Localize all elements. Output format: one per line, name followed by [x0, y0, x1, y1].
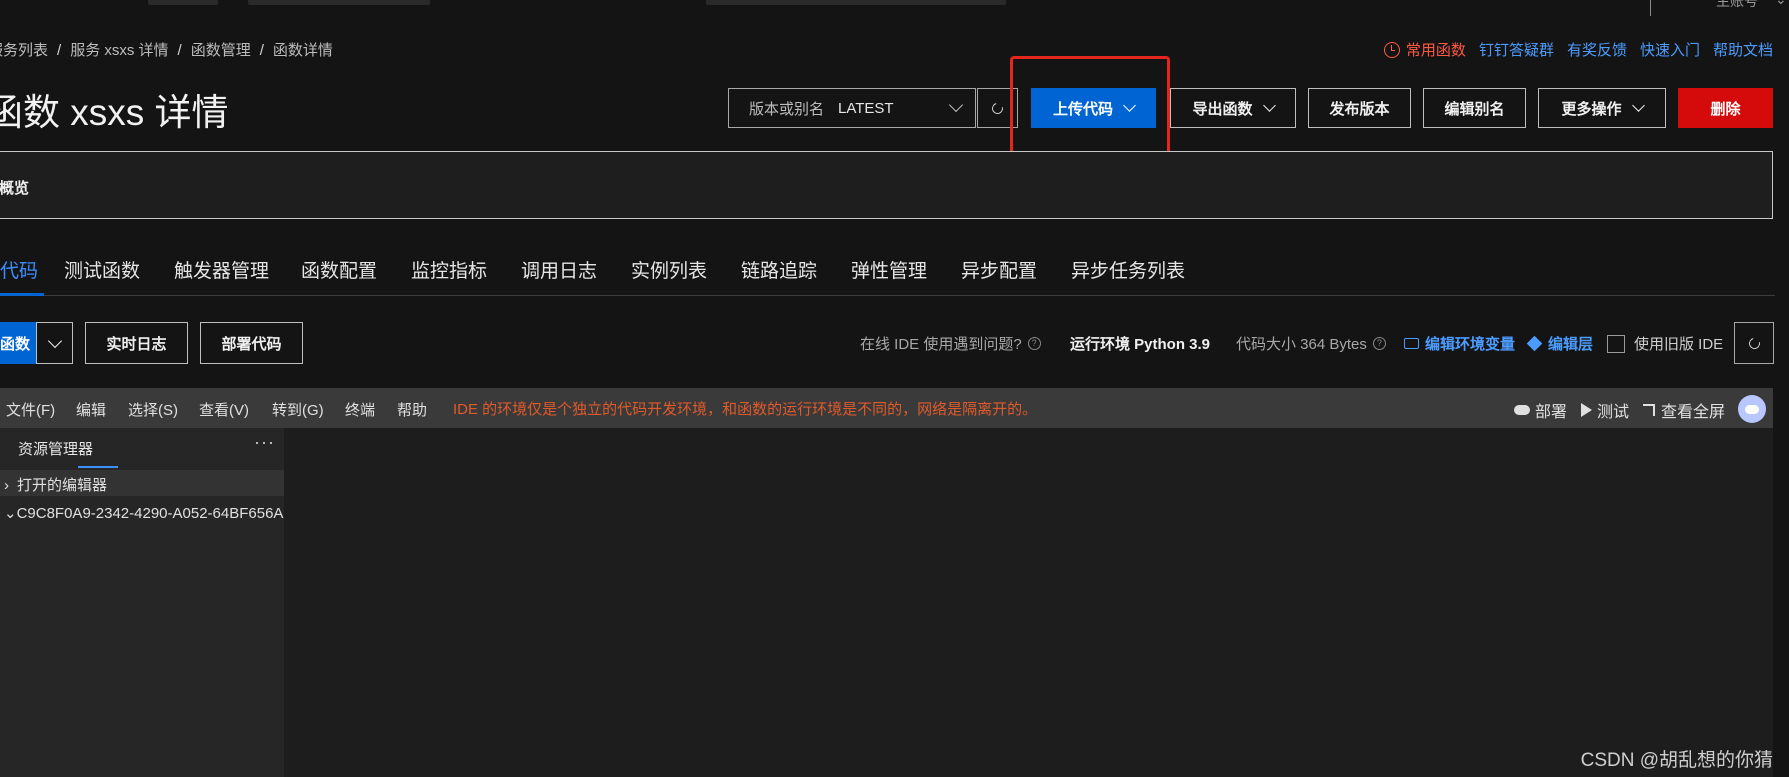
- checkbox[interactable]: [1607, 334, 1625, 353]
- chevron-down-icon: [1123, 99, 1136, 112]
- explorer-tab-indicator: [78, 466, 118, 468]
- tab-test-function[interactable]: 测试函数: [64, 256, 140, 283]
- deploy-code-button[interactable]: 部署代码: [200, 322, 303, 364]
- expand-icon: [1642, 404, 1655, 416]
- top-links: 常用函数 钉钉答疑群 有奖反馈 快速入门 帮助文档: [1383, 39, 1773, 60]
- tab-trigger-management[interactable]: 触发器管理: [174, 256, 269, 283]
- menu-goto[interactable]: 转到(G): [272, 399, 324, 420]
- top-strip: 主账号 ⌄: [0, 0, 1789, 16]
- chevron-right-icon: ›: [4, 477, 9, 494]
- chevron-down-icon: [47, 333, 62, 348]
- more-actions-button[interactable]: 更多操作: [1538, 88, 1666, 128]
- link-feedback[interactable]: 有奖反馈: [1567, 39, 1627, 60]
- menu-edit[interactable]: 编辑: [76, 399, 106, 420]
- menu-select[interactable]: 选择(S): [128, 399, 178, 420]
- menu-terminal[interactable]: 终端: [345, 399, 375, 420]
- tab-tracing[interactable]: 链路追踪: [741, 256, 817, 283]
- ide-fullscreen-button[interactable]: 查看全屏: [1642, 398, 1725, 422]
- project-folder[interactable]: ⌄C9C8F0A9-2342-4290-A052-64BF656A5C: [4, 504, 288, 522]
- ide-actions: 部署 测试 查看全屏: [1500, 398, 1725, 422]
- tab-instances[interactable]: 实例列表: [631, 256, 707, 283]
- menu-help[interactable]: 帮助: [397, 399, 427, 420]
- ide-menubar: 文件(F) 编辑 选择(S) 查看(V) 转到(G) 终端 帮助 IDE 的环境…: [0, 388, 1773, 428]
- ide-deploy-button[interactable]: 部署: [1513, 398, 1567, 422]
- play-icon: [1580, 403, 1592, 417]
- edit-alias-button[interactable]: 编辑别名: [1423, 88, 1526, 128]
- old-ide-toggle[interactable]: 使用旧版 IDE: [1607, 333, 1723, 354]
- active-tab-indicator: [0, 293, 44, 296]
- refresh-icon: [1746, 335, 1762, 351]
- code-action-row: 测试函数 实时日志 部署代码 在线 IDE 使用遇到问题?? 运行环境 Pyth…: [0, 322, 1789, 364]
- clock-icon: [1383, 41, 1400, 58]
- env-vars-icon: [1404, 338, 1419, 349]
- test-function-dropdown[interactable]: [36, 322, 73, 364]
- ide-test-button[interactable]: 测试: [1580, 398, 1629, 422]
- assistant-avatar-icon[interactable]: [1738, 395, 1766, 423]
- menu-view[interactable]: 查看(V): [199, 399, 249, 420]
- top-nav-segment[interactable]: [148, 0, 218, 5]
- more-icon[interactable]: ···: [254, 432, 275, 453]
- chevron-down-icon: [1262, 99, 1276, 112]
- version-select-label: 版本或别名: [749, 100, 825, 118]
- top-search-bar[interactable]: [706, 0, 1006, 5]
- chevron-down-icon: ⌄: [4, 505, 17, 522]
- breadcrumb: 服务列表/服务 xsxs 详情/函数管理/函数详情: [0, 39, 333, 60]
- divider: [1650, 0, 1651, 16]
- edit-layer-link[interactable]: 编辑层: [1526, 333, 1593, 354]
- layers-icon: [1526, 335, 1543, 352]
- watermark: CSDN @胡乱想的你猜: [1580, 750, 1773, 771]
- ide-explorer: 资源管理器 ··· › 打开的编辑器 ⌄C9C8F0A9-2342-4290-A0…: [0, 428, 288, 777]
- link-dingtalk-group[interactable]: 钉钉答疑群: [1479, 39, 1554, 60]
- ide-help[interactable]: 在线 IDE 使用遇到问题??: [860, 333, 1041, 354]
- breadcrumb-item[interactable]: 服务列表: [0, 42, 48, 59]
- chevron-down-icon[interactable]: ⌄: [1775, 0, 1787, 8]
- breadcrumb-item[interactable]: 函数管理: [191, 42, 251, 59]
- ide-warning-text: IDE 的环境仅是个独立的代码开发环境，和函数的运行环境是不同的，网络是隔离开的…: [453, 401, 1038, 418]
- version-alias-select[interactable]: 版本或别名 LATEST: [728, 88, 976, 128]
- tab-async-config[interactable]: 异步配置: [961, 256, 1037, 283]
- publish-version-button[interactable]: 发布版本: [1308, 88, 1411, 128]
- tab-async-tasks[interactable]: 异步任务列表: [1071, 256, 1185, 283]
- account-menu[interactable]: 主账号: [1716, 0, 1758, 11]
- top-nav-segment[interactable]: [248, 0, 430, 5]
- cloud-upload-icon: [1513, 405, 1530, 415]
- refresh-icon: [989, 100, 1006, 116]
- tab-elasticity[interactable]: 弹性管理: [851, 256, 927, 283]
- refresh-button[interactable]: [1734, 322, 1774, 364]
- help-icon: ?: [1027, 337, 1041, 350]
- link-common-functions[interactable]: 常用函数: [1406, 39, 1466, 60]
- export-function-button[interactable]: 导出函数: [1170, 88, 1296, 128]
- breadcrumb-item[interactable]: 服务 xsxs 详情: [70, 42, 168, 59]
- link-quick-start[interactable]: 快速入门: [1640, 39, 1700, 60]
- code-size-info: 代码大小 364 Bytes?: [1236, 333, 1386, 354]
- ide-editor-area[interactable]: [284, 428, 1773, 777]
- function-overview-panel[interactable]: 函数概览: [0, 151, 1773, 219]
- realtime-log-button[interactable]: 实时日志: [85, 322, 188, 364]
- runtime-info: 运行环境 Python 3.9: [1070, 336, 1211, 353]
- tab-bar: 函数代码 测试函数 触发器管理 函数配置 监控指标 调用日志 实例列表 链路追踪…: [0, 256, 1775, 296]
- breadcrumb-item-current: 函数详情: [272, 42, 333, 59]
- version-select-value: LATEST: [838, 99, 894, 117]
- page-title: 函数 xsxs 详情: [0, 92, 229, 133]
- edit-env-vars-link[interactable]: 编辑环境变量: [1404, 333, 1515, 354]
- tab-function-config[interactable]: 函数配置: [301, 256, 377, 283]
- explorer-title: 资源管理器: [18, 441, 94, 458]
- delete-button[interactable]: 删除: [1678, 88, 1773, 128]
- help-icon: ?: [1372, 337, 1386, 350]
- tab-invocation-logs[interactable]: 调用日志: [521, 256, 597, 283]
- chevron-down-icon: [948, 97, 964, 113]
- chevron-down-icon: [1631, 99, 1645, 112]
- open-editors-section[interactable]: › 打开的编辑器: [0, 470, 284, 496]
- tab-monitoring[interactable]: 监控指标: [411, 256, 487, 283]
- refresh-version-button[interactable]: [977, 88, 1018, 128]
- tab-function-code[interactable]: 函数代码: [0, 256, 38, 283]
- link-help-docs[interactable]: 帮助文档: [1713, 39, 1773, 60]
- menu-file[interactable]: 文件(F): [6, 399, 55, 420]
- test-function-button[interactable]: 测试函数: [0, 322, 36, 364]
- overview-label: 函数概览: [0, 180, 30, 197]
- upload-code-button[interactable]: 上传代码: [1031, 88, 1156, 128]
